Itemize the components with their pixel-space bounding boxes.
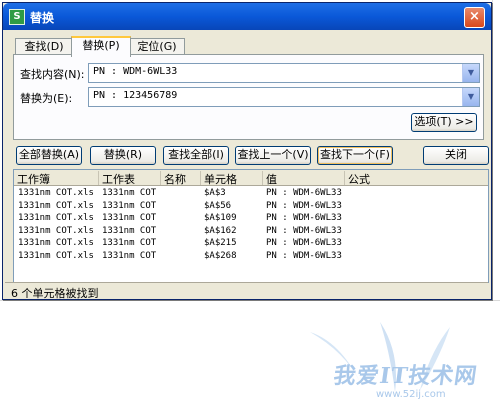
chevron-down-icon[interactable]: ▼: [462, 88, 479, 106]
replace-panel: 查找内容(N): PN : WDM-6WL33 ▼ 替换为(E): PN : 1…: [13, 54, 484, 140]
replace-dialog: S 替换 × 查找(D) 替换(P) 定位(G) 查找内容(N): PN : W…: [2, 2, 492, 300]
cell-value: PN : WDM-6WL33: [266, 213, 342, 223]
column-header-sheet[interactable]: 工作表: [98, 171, 160, 186]
cell-address: $A$162: [204, 225, 237, 236]
close-button[interactable]: 关闭: [423, 146, 489, 165]
column-header-workbook[interactable]: 工作簿: [14, 171, 98, 186]
find-input[interactable]: PN : WDM-6WL33 ▼: [88, 63, 480, 83]
replace-label: 替换为(E):: [20, 92, 73, 105]
table-row[interactable]: 1331nm COT.xls 1331nm COT $A$215 PN : WDM-6…: [14, 238, 488, 250]
tab-find[interactable]: 查找(D): [15, 38, 73, 55]
table-row[interactable]: 1331nm COT.xls 1331nm COT $A$268 PN : WDM-6…: [14, 251, 488, 263]
tab-replace[interactable]: 替换(P): [71, 36, 131, 57]
cell-address: $A$109: [204, 213, 237, 223]
cell-value: PN : WDM-6WL33: [266, 225, 342, 236]
watermark-text: 我爱IT技术网: [331, 363, 480, 389]
table-row[interactable]: 1331nm COT.xls 1331nm COT $A$162 PN : WDM-6…: [14, 226, 488, 238]
cell-address: $A$268: [204, 250, 237, 261]
close-icon[interactable]: ×: [464, 7, 485, 28]
find-value: PN : WDM-6WL33: [93, 66, 178, 77]
column-header-cell[interactable]: 单元格: [200, 171, 262, 186]
column-header-value[interactable]: 值: [262, 171, 344, 186]
replace-input[interactable]: PN : 123456789 ▼: [88, 87, 480, 107]
wps-app-icon: S: [9, 9, 25, 25]
cell-workbook: 1331nm COT.xls: [18, 238, 94, 248]
find-label: 查找内容(N):: [20, 68, 85, 81]
table-row[interactable]: 1331nm COT.xls 1331nm COT $A$3 PN : WDM-6WL…: [14, 188, 488, 200]
cell-workbook: 1331nm COT.xls: [18, 188, 94, 198]
replace-button[interactable]: 替换(R): [90, 146, 156, 165]
sheet-gridline: [492, 0, 493, 300]
cell-workbook: 1331nm COT.xls: [18, 250, 94, 261]
chevron-down-icon[interactable]: ▼: [462, 64, 479, 82]
window-title: 替换: [30, 11, 55, 25]
results-header: 工作簿 工作表 名称 单元格 值 公式: [14, 170, 488, 186]
table-row[interactable]: 1331nm COT.xls 1331nm COT $A$56 PN : WDM-6W…: [14, 201, 488, 213]
replace-all-button[interactable]: 全部替换(A): [16, 146, 82, 165]
cell-workbook: 1331nm COT.xls: [18, 200, 94, 211]
cell-sheet: 1331nm COT: [102, 188, 157, 198]
cell-sheet: 1331nm COT: [102, 213, 157, 223]
cell-workbook: 1331nm COT.xls: [18, 225, 94, 236]
column-header-name[interactable]: 名称: [160, 171, 200, 186]
table-row[interactable]: 1331nm COT.xls 1331nm COT $A$109 PN : WDM-6…: [14, 213, 488, 225]
cell-value: PN : WDM-6WL33: [266, 250, 342, 261]
replace-value: PN : 123456789: [93, 90, 178, 101]
tab-goto[interactable]: 定位(G): [129, 38, 185, 55]
cell-sheet: 1331nm COT: [102, 238, 157, 248]
cell-sheet: 1331nm COT: [102, 200, 157, 211]
status-bar: 6 个单元格被找到: [5, 282, 488, 300]
cell-value: PN : WDM-6WL33: [266, 238, 342, 248]
cell-address: $A$56: [204, 200, 232, 211]
title-bar[interactable]: S 替换 ×: [3, 3, 491, 30]
cell-address: $A$3: [204, 188, 226, 198]
find-all-button[interactable]: 查找全部(I): [163, 146, 229, 165]
cell-address: $A$215: [204, 238, 237, 248]
find-previous-button[interactable]: 查找上一个(V): [235, 146, 311, 165]
cell-value: PN : WDM-6WL33: [266, 188, 342, 198]
options-button[interactable]: 选项(T) >>: [411, 113, 477, 132]
cell-sheet: 1331nm COT: [102, 250, 157, 261]
cell-sheet: 1331nm COT: [102, 225, 157, 236]
find-next-button[interactable]: 查找下一个(F): [317, 146, 393, 165]
cell-workbook: 1331nm COT.xls: [18, 213, 94, 223]
cell-value: PN : WDM-6WL33: [266, 200, 342, 211]
status-text: 6 个单元格被找到: [11, 287, 99, 300]
results-list[interactable]: 工作簿 工作表 名称 单元格 值 公式 1331nm COT.xls 1331nm…: [13, 169, 489, 283]
column-header-formula[interactable]: 公式: [344, 171, 488, 186]
watermark-url: www.52ij.com: [376, 389, 446, 400]
